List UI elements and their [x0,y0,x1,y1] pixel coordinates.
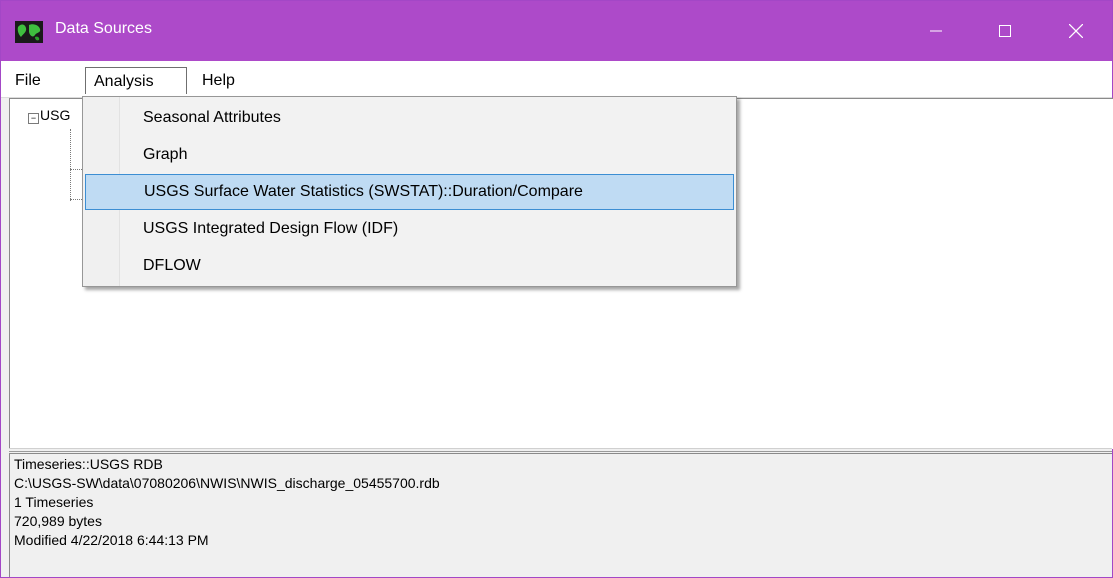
world-map-icon [15,21,43,43]
info-path: C:\USGS-SW\data\07080206\NWIS\NWIS_disch… [14,475,440,491]
tree-root-label[interactable]: USG [40,107,70,123]
info-size: 720,989 bytes [14,513,102,529]
minimize-button[interactable] [913,1,959,61]
info-panel: Timeseries::USGS RDB C:\USGS-SW\data\070… [9,453,1112,577]
close-button[interactable] [1053,1,1099,61]
window-title: Data Sources [55,20,152,37]
analysis-dropdown-menu: Seasonal Attributes Graph USGS Surface W… [82,96,737,287]
menu-item-idf[interactable]: USGS Integrated Design Flow (IDF) [85,211,734,247]
tree-connector [70,169,82,170]
tree-connector [70,199,82,200]
menu-item-graph[interactable]: Graph [85,137,734,173]
close-icon [1069,24,1083,38]
title-bar[interactable]: Data Sources [1,1,1112,61]
menu-item-swstat[interactable]: USGS Surface Water Statistics (SWSTAT)::… [85,174,734,210]
info-count: 1 Timeseries [14,494,94,510]
menu-analysis[interactable]: Analysis [85,67,187,94]
info-modified: Modified 4/22/2018 6:44:13 PM [14,532,209,548]
menu-item-dflow[interactable]: DFLOW [85,248,734,284]
info-type: Timeseries::USGS RDB [14,456,163,472]
minimize-icon [930,30,942,32]
tree-connector [70,129,71,201]
menu-item-seasonal-attributes[interactable]: Seasonal Attributes [85,100,734,136]
maximize-button[interactable] [982,1,1028,61]
menu-file[interactable]: File [7,67,49,94]
maximize-icon [999,25,1011,37]
panel-splitter[interactable] [9,448,1112,452]
menu-bar: File Analysis Help [1,61,1112,98]
tree-collapse-icon[interactable]: − [28,113,39,124]
menu-help[interactable]: Help [194,67,243,94]
data-sources-window: Data Sources File Analysis Help − USG Ti… [0,0,1113,578]
